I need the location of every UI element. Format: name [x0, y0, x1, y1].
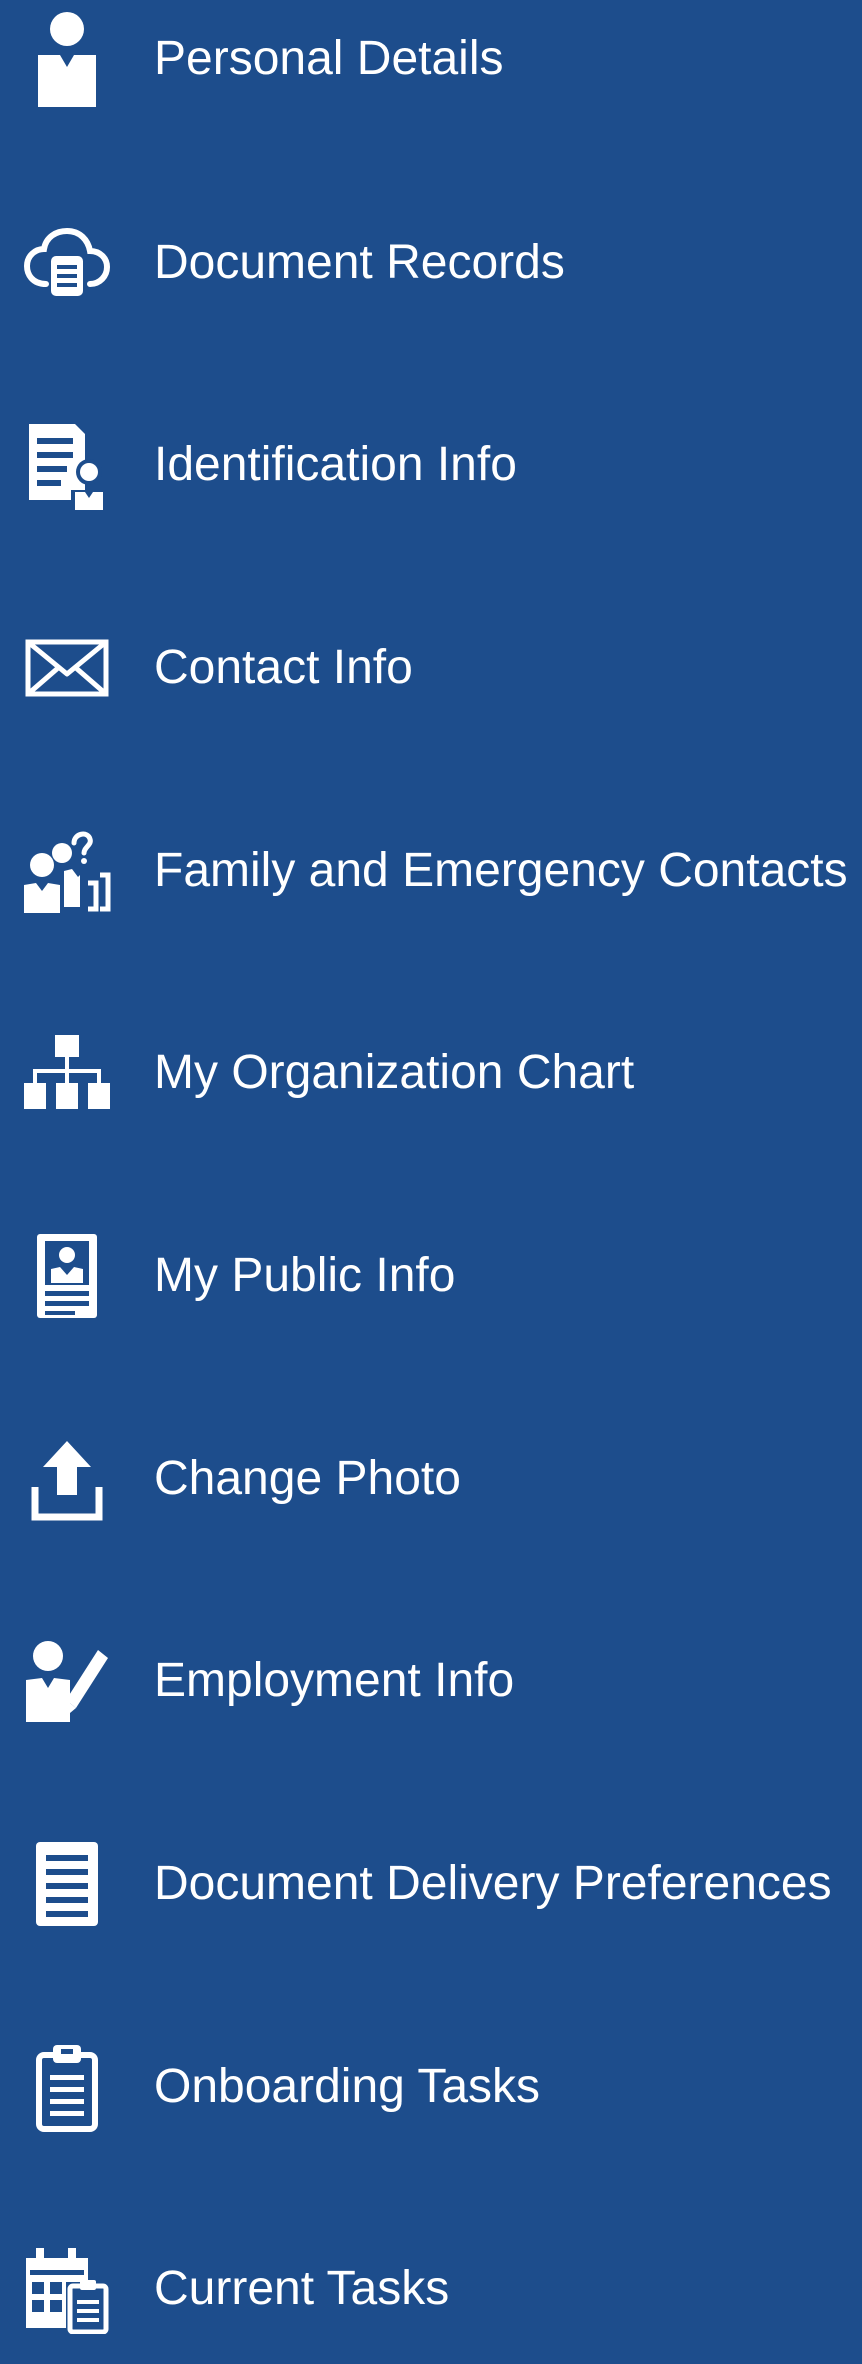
menu-item-family-emergency-contacts[interactable]: Family and Emergency Contacts: [0, 796, 862, 946]
menu-item-label: Document Records: [154, 236, 565, 289]
menu-item-document-delivery-preferences[interactable]: Document Delivery Preferences: [0, 1809, 862, 1959]
cloud-document-icon: [22, 215, 112, 311]
clipboard-icon: [22, 2039, 112, 2135]
id-document-icon: [22, 417, 112, 513]
org-chart-icon: [22, 1025, 112, 1121]
menu-item-onboarding-tasks[interactable]: Onboarding Tasks: [0, 2012, 862, 2162]
person-pen-icon: [22, 1633, 112, 1729]
menu-item-employment-info[interactable]: Employment Info: [0, 1606, 862, 1756]
menu-item-label: Onboarding Tasks: [154, 2060, 541, 2113]
menu-item-label: Identification Info: [154, 438, 517, 491]
menu-item-public-info[interactable]: My Public Info: [0, 1201, 862, 1351]
menu-item-label: My Organization Chart: [154, 1046, 635, 1099]
menu-item-label: Document Delivery Preferences: [154, 1857, 832, 1910]
envelope-icon: [22, 620, 112, 716]
upload-icon: [22, 1431, 112, 1527]
menu-item-label: Employment Info: [154, 1654, 515, 1707]
menu-item-label: Family and Emergency Contacts: [154, 844, 848, 897]
family-contact-icon: [22, 823, 112, 919]
document-list-icon: [22, 1836, 112, 1932]
menu-item-label: My Public Info: [154, 1249, 456, 1302]
menu-item-current-tasks[interactable]: Current Tasks: [0, 2214, 862, 2364]
calendar-tasks-icon: [22, 2241, 112, 2337]
menu-item-organization-chart[interactable]: My Organization Chart: [0, 998, 862, 1148]
menu-item-personal-details[interactable]: Personal Details: [0, 0, 862, 134]
menu-item-change-photo[interactable]: Change Photo: [0, 1404, 862, 1554]
profile-menu: Personal Details Document Records Identi…: [0, 0, 862, 2340]
id-badge-icon: [22, 1228, 112, 1324]
menu-item-document-records[interactable]: Document Records: [0, 188, 862, 338]
menu-item-label: Current Tasks: [154, 2262, 450, 2315]
person-icon: [22, 11, 112, 107]
menu-item-identification-info[interactable]: Identification Info: [0, 390, 862, 540]
menu-item-label: Change Photo: [154, 1452, 461, 1505]
menu-item-label: Personal Details: [154, 32, 504, 85]
menu-item-label: Contact Info: [154, 641, 413, 694]
menu-item-contact-info[interactable]: Contact Info: [0, 593, 862, 743]
